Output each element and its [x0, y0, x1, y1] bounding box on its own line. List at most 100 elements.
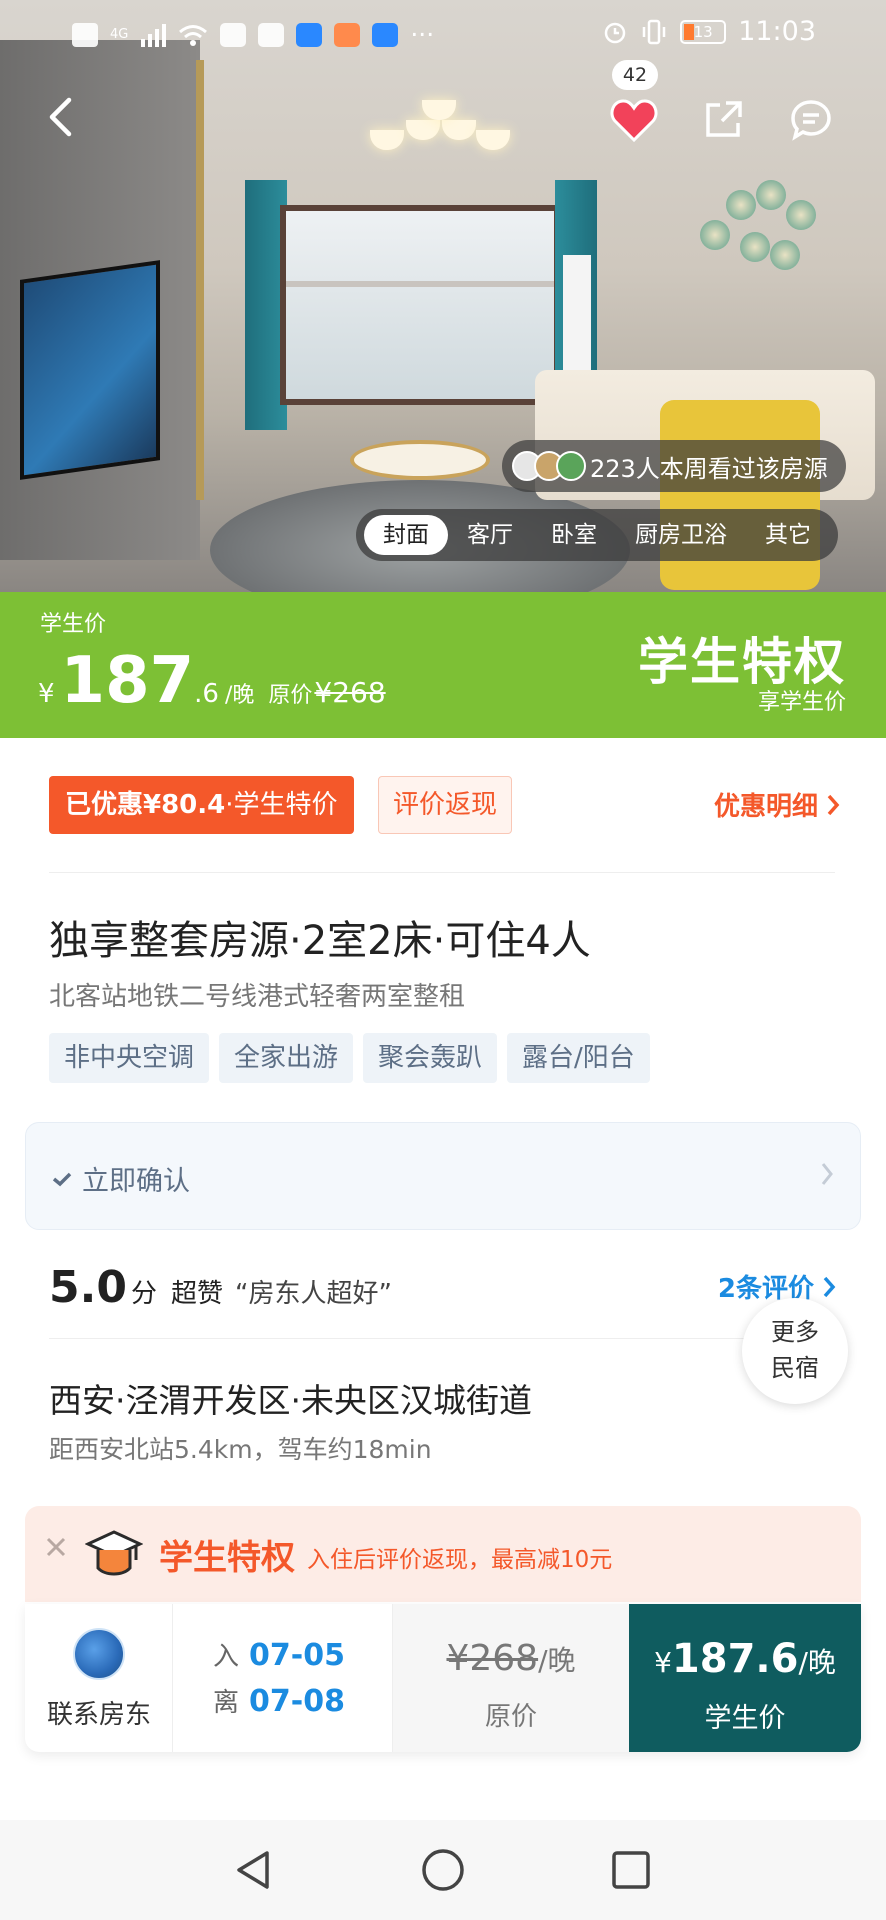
- book-price-label: 学生价: [704, 1703, 786, 1734]
- listing-title: 独享整套房源·2室2床·可住4人: [49, 918, 591, 964]
- graduation-cap-icon: [85, 1530, 143, 1576]
- contact-host-label: 联系房东: [46, 1700, 151, 1730]
- office-app-icon: [334, 22, 361, 47]
- reviews-link[interactable]: 2条评价: [718, 1268, 836, 1305]
- rating-quote: “房东人超好”: [234, 1279, 392, 1309]
- instant-confirm-row[interactable]: 立即确认: [25, 1122, 861, 1230]
- original-price-value: ¥268: [446, 1638, 539, 1679]
- cashback-tag: 评价返现: [378, 776, 513, 834]
- original-price-button[interactable]: ¥268/晚 原价: [393, 1604, 629, 1752]
- date-selector[interactable]: 入 07-05 离 07-08: [173, 1604, 393, 1752]
- tab-other[interactable]: 其它: [746, 515, 830, 555]
- tab-living-room[interactable]: 客厅: [448, 515, 532, 555]
- hero-tv: [20, 260, 160, 480]
- student-privilege-bar-desc: 入住后评价返现，最高减10元: [307, 1547, 613, 1573]
- favorite-button[interactable]: [606, 92, 662, 148]
- discount-detail-link[interactable]: 优惠明细: [714, 786, 840, 823]
- close-icon[interactable]: [45, 1536, 67, 1558]
- student-price-label: 学生价: [40, 612, 107, 637]
- rating-score: 5.0: [49, 1262, 127, 1313]
- network-type-label: 4G: [110, 27, 129, 42]
- book-price-value: 187.6: [671, 1636, 799, 1682]
- rating-row: 5.0 分 超赞 “房东人超好”: [49, 1262, 392, 1313]
- host-avatar: [73, 1628, 125, 1680]
- viewers-badge: 223人本周看过该房源: [502, 440, 846, 492]
- wifi-icon: [179, 24, 208, 46]
- hero-table: [350, 440, 490, 480]
- original-price-label: 原价: [268, 683, 313, 708]
- battery-icon: 13: [680, 19, 727, 44]
- rating-unit: 分: [130, 1279, 157, 1309]
- currency-symbol: ¥: [38, 679, 55, 709]
- original-price-unit: /晚: [538, 1644, 576, 1677]
- original-price-label: 原价: [484, 1702, 537, 1732]
- tab-bedroom[interactable]: 卧室: [532, 515, 616, 555]
- more-notifications-icon: ···: [410, 20, 435, 49]
- viewer-avatars: [512, 451, 586, 481]
- location-distance: 距西安北站5.4km，驾车约18min: [49, 1435, 432, 1464]
- viewers-text: 223人本周看过该房源: [590, 454, 828, 483]
- back-arrow-icon: [49, 97, 72, 137]
- favorite-count-badge: 42: [612, 60, 658, 90]
- listing-subtitle: 北客站地铁二号线港式轻奢两室整租: [49, 982, 466, 1012]
- feature-tag: 全家出游: [219, 1033, 354, 1083]
- tab-kitchen-bath[interactable]: 厨房卫浴: [616, 515, 746, 555]
- status-bar: 4G ··· 13 11:03: [0, 0, 886, 66]
- discount-type: ·学生特价: [225, 790, 338, 820]
- divider: [49, 872, 835, 873]
- listing-tags: 非中央空调 全家出游 聚会轰趴 露台/阳台: [49, 1033, 650, 1083]
- alarm-icon: [604, 22, 626, 43]
- qq-icon: [220, 22, 247, 47]
- system-navigation-bar: [0, 1820, 886, 1920]
- hero-frame: [196, 60, 204, 500]
- instant-confirm-label: 立即确认: [82, 1166, 190, 1197]
- student-price: ¥ 187 .6 /晚 原价 ¥268: [38, 644, 386, 718]
- hero-photo[interactable]: 4G ··· 13 11:03 42 223人本周看过该房源 封面 客厅 卧室 …: [0, 0, 886, 592]
- share-icon: [706, 101, 742, 137]
- hero-chandelier: [370, 90, 510, 160]
- feature-tag: 聚会轰趴: [363, 1033, 498, 1083]
- nav-home-button[interactable]: [421, 1848, 465, 1892]
- rating-word: 超赞: [170, 1279, 223, 1309]
- hero-window: [280, 205, 560, 405]
- price-unit: /晚: [224, 683, 255, 708]
- back-triangle-icon: [237, 1851, 269, 1889]
- feature-tag: 露台/阳台: [507, 1033, 650, 1083]
- message-button[interactable]: [786, 95, 836, 145]
- checkin-row: 入 07-05: [213, 1636, 345, 1673]
- back-button[interactable]: [38, 95, 82, 139]
- student-privilege-bar-title: 学生特权: [159, 1538, 295, 1578]
- checkout-row: 离 07-08: [213, 1682, 345, 1719]
- feature-tag: 非中央空调: [49, 1033, 210, 1083]
- nav-back-button[interactable]: [231, 1848, 275, 1892]
- book-currency: ¥: [654, 1646, 672, 1679]
- chat-app-icon: [296, 22, 323, 47]
- nav-recent-button[interactable]: [609, 1848, 653, 1892]
- photo-category-tabs: 封面 客厅 卧室 厨房卫浴 其它: [356, 509, 838, 561]
- price-integer: 187: [60, 644, 195, 718]
- tab-cover[interactable]: 封面: [364, 515, 448, 555]
- chevron-right-icon: [821, 1163, 833, 1185]
- avatar: [556, 451, 586, 481]
- booking-bar: 联系房东 入 07-05 离 07-08 ¥268/晚 原价 ¥187.6/晚 …: [25, 1604, 861, 1752]
- price-banner: 学生价 ¥ 187 .6 /晚 原价 ¥268 学生特权 享学生价: [0, 592, 886, 738]
- student-privilege-subtitle: 享学生价: [757, 690, 846, 715]
- signal-icon: [141, 23, 167, 47]
- discount-detail-label: 优惠明细: [713, 792, 818, 822]
- share-button[interactable]: [700, 95, 748, 143]
- checkin-date: 07-05: [249, 1638, 345, 1673]
- heart-icon: [610, 99, 658, 142]
- divider: [49, 1338, 835, 1339]
- more-homestay-line1: 更多: [771, 1318, 819, 1346]
- more-homestay-button[interactable]: 更多 民宿: [742, 1298, 848, 1404]
- chat-bubble-icon: [791, 100, 831, 141]
- chevron-right-icon: [827, 794, 840, 815]
- contact-host-button[interactable]: 联系房东: [25, 1604, 173, 1752]
- book-price-unit: /晚: [798, 1646, 836, 1679]
- original-price: ¥268/晚: [393, 1638, 629, 1679]
- status-icons-left: 4G ···: [72, 20, 434, 49]
- instant-confirm: 立即确认: [52, 1159, 190, 1198]
- checkmark-icon: [52, 1172, 72, 1186]
- book-student-price-button[interactable]: ¥187.6/晚 学生价: [629, 1604, 861, 1752]
- original-price-value: ¥268: [314, 676, 386, 709]
